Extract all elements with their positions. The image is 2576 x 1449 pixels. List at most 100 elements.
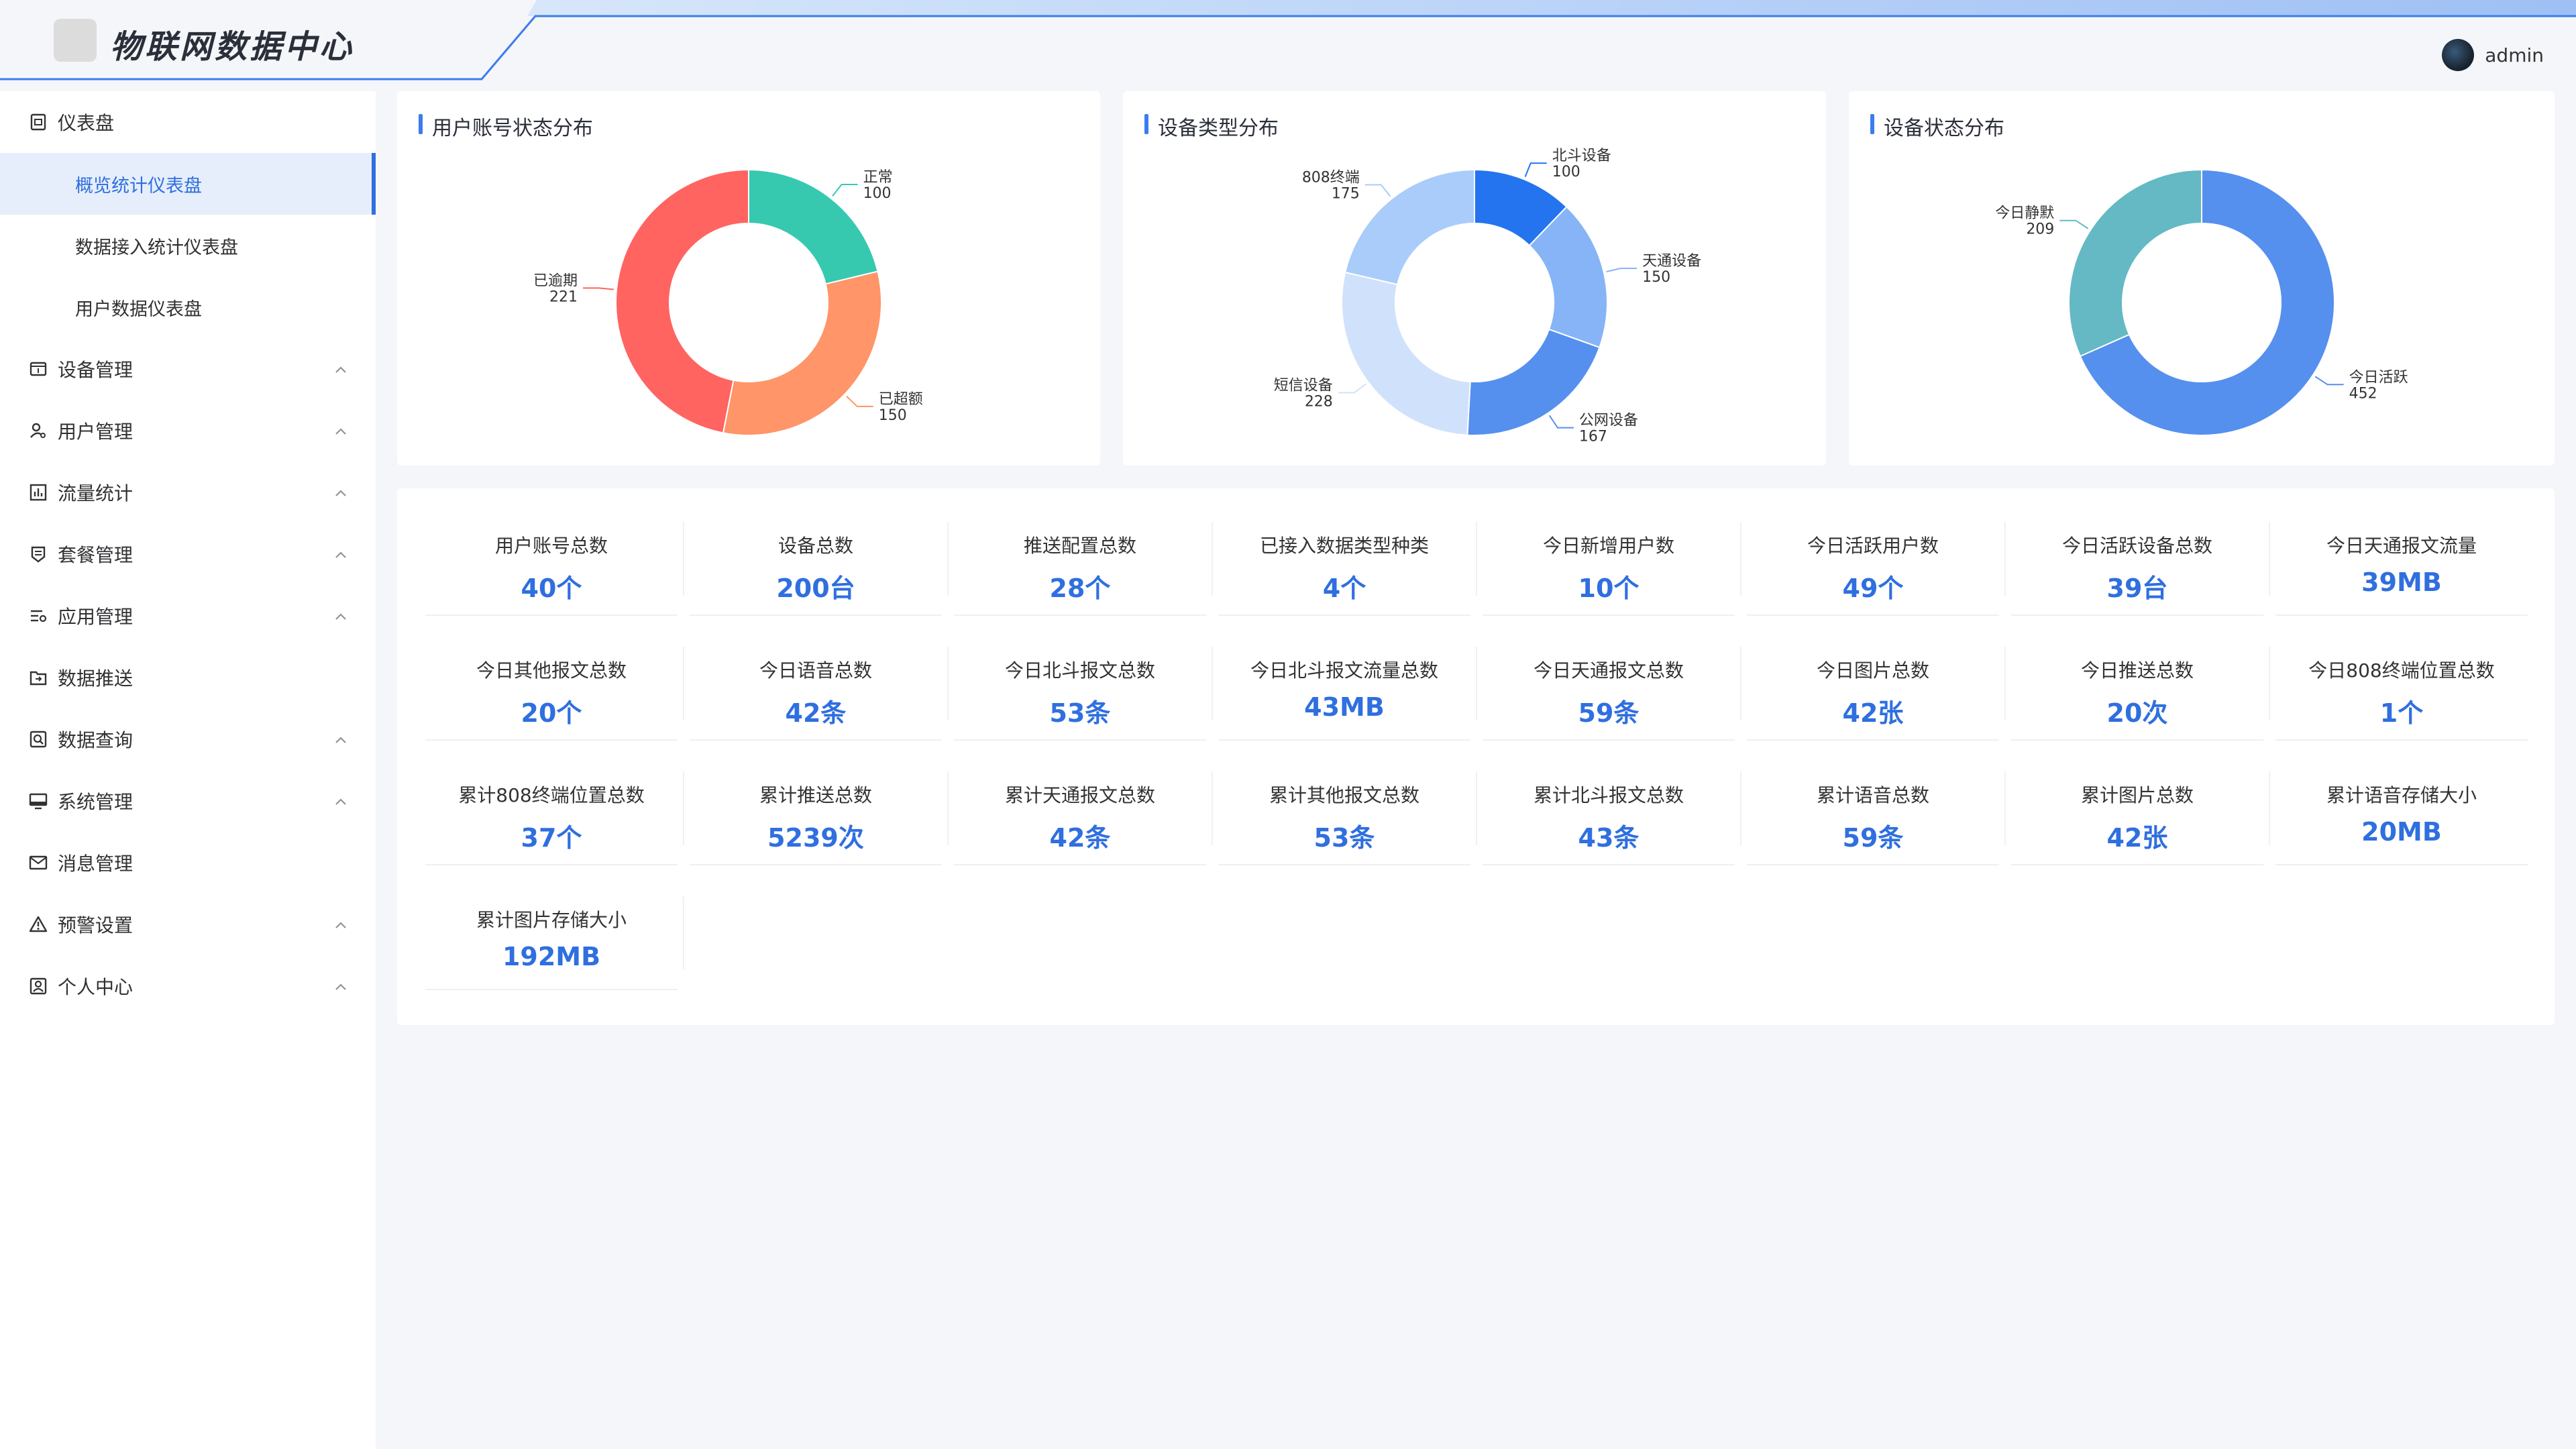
label-leader-line bbox=[2314, 376, 2344, 386]
stat-value: 20MB bbox=[2361, 817, 2442, 847]
stat-label: 今日推送总数 bbox=[2080, 659, 2194, 682]
sidebar-item[interactable]: 系统管理 bbox=[0, 770, 376, 832]
device-type-card: 设备类型分布 北斗设备 100 天通设备 150 公网设备 167 短信设备 228 808终端… bbox=[1123, 91, 1826, 466]
stat-label: 累计语音存储大小 bbox=[2326, 784, 2477, 806]
stats-panel: 用户账号总数 40个 设备总数 200台 推送配置总数 28个 已接入数据类型种类 4个 今日新… bbox=[397, 488, 2555, 1025]
sidebar-item[interactable]: 预警设置 bbox=[0, 894, 376, 955]
donut-slice[interactable] bbox=[1344, 168, 1475, 286]
stat-item: 累计图片总数 42张 bbox=[2011, 751, 2270, 865]
label-leader-line bbox=[1338, 383, 1367, 394]
chevron-up-icon[interactable] bbox=[333, 546, 349, 562]
sidebar-subitem[interactable]: 概览统计仪表盘 bbox=[0, 153, 376, 215]
stat-label: 今日其他报文总数 bbox=[476, 659, 627, 682]
stat-label: 今日新增用户数 bbox=[1542, 535, 1674, 557]
chevron-up-icon[interactable] bbox=[333, 484, 349, 500]
chevron-up-icon[interactable] bbox=[333, 361, 349, 377]
sidebar-item[interactable]: 套餐管理 bbox=[0, 523, 376, 585]
stat-value: 10个 bbox=[1578, 574, 1640, 603]
stat-label: 已接入数据类型种类 bbox=[1259, 535, 1429, 557]
stat-value: 42条 bbox=[785, 698, 847, 728]
stat-label: 今日语音总数 bbox=[759, 659, 872, 682]
slice-label: 已逾期 bbox=[533, 272, 578, 289]
stat-label: 今日活跃用户数 bbox=[1807, 535, 1939, 557]
stat-label: 设备总数 bbox=[777, 535, 853, 557]
stat-item: 用户账号总数 40个 bbox=[425, 502, 684, 616]
stat-item: 累计图片存储大小 192MB bbox=[425, 876, 684, 990]
stat-value: 53条 bbox=[1049, 698, 1111, 728]
donut-slice[interactable] bbox=[722, 270, 882, 436]
chevron-up-icon[interactable] bbox=[333, 978, 349, 994]
label-leader-line bbox=[832, 184, 858, 197]
sidebar-item[interactable]: 设备管理 bbox=[0, 338, 376, 400]
sidebar-item-label: 仪表盘 bbox=[58, 112, 115, 134]
chevron-up-icon[interactable] bbox=[333, 423, 349, 439]
stat-item: 今日活跃用户数 49个 bbox=[1747, 502, 2006, 616]
slice-value: 175 bbox=[1332, 185, 1360, 202]
profile-icon bbox=[28, 976, 48, 996]
label-leader-line bbox=[1548, 415, 1574, 429]
sidebar-item-label: 套餐管理 bbox=[58, 544, 133, 566]
stat-value: 192MB bbox=[502, 942, 601, 971]
sidebar: 仪表盘概览统计仪表盘 数据接入统计仪表盘 用户数据仪表盘设备管理用户管理流量统计套餐… bbox=[0, 91, 376, 1449]
account-status-card: 用户账号状态分布 正常 100 已超额 150 已逾期 221 bbox=[397, 91, 1100, 466]
stat-item: 今日天通报文总数 59条 bbox=[1483, 627, 1741, 741]
donut-slice[interactable] bbox=[2068, 168, 2202, 358]
sidebar-item[interactable]: 数据查询 bbox=[0, 708, 376, 770]
stat-value: 43条 bbox=[1578, 823, 1640, 853]
stat-value: 28个 bbox=[1049, 574, 1111, 603]
slice-label: 已超额 bbox=[879, 391, 923, 408]
sidebar-item-label: 系统管理 bbox=[58, 791, 133, 813]
chevron-up-icon[interactable] bbox=[333, 731, 349, 747]
slice-label: 正常 bbox=[863, 169, 893, 186]
sidebar-item[interactable]: 用户管理 bbox=[0, 400, 376, 462]
sidebar-item[interactable]: 仪表盘 bbox=[0, 91, 376, 153]
sidebar-item[interactable]: 消息管理 bbox=[0, 832, 376, 894]
slice-label: 短信设备 bbox=[1274, 377, 1333, 394]
stat-item: 今日其他报文总数 20个 bbox=[425, 627, 684, 741]
user-menu[interactable]: admin bbox=[2442, 39, 2544, 71]
stat-label: 今日天通报文总数 bbox=[1533, 659, 1684, 682]
sidebar-item[interactable]: 数据推送 bbox=[0, 647, 376, 708]
sidebar-subitem[interactable]: 数据接入统计仪表盘 bbox=[0, 215, 376, 276]
stat-value: 40个 bbox=[521, 574, 582, 603]
stat-item: 推送配置总数 28个 bbox=[954, 502, 1213, 616]
donut-slice[interactable] bbox=[748, 168, 879, 285]
sidebar-item-label: 数据查询 bbox=[58, 729, 133, 751]
stat-value: 53条 bbox=[1313, 823, 1375, 853]
stat-item: 累计北斗报文总数 43条 bbox=[1483, 751, 1741, 865]
stat-value: 5239次 bbox=[767, 823, 864, 853]
stat-label: 累计天通报文总数 bbox=[1004, 784, 1155, 806]
stat-label: 累计北斗报文总数 bbox=[1533, 784, 1684, 806]
sidebar-item-label: 设备管理 bbox=[58, 359, 133, 381]
avatar[interactable] bbox=[2442, 39, 2475, 71]
sidebar-item[interactable]: 流量统计 bbox=[0, 462, 376, 523]
chevron-up-icon[interactable] bbox=[333, 793, 349, 809]
chevron-up-icon[interactable] bbox=[333, 608, 349, 624]
sidebar-item[interactable]: 应用管理 bbox=[0, 585, 376, 647]
user-icon bbox=[28, 421, 48, 441]
sidebar-item[interactable]: 个人中心 bbox=[0, 955, 376, 1017]
donut-slice[interactable] bbox=[1341, 271, 1471, 436]
slice-label: 今日静默 bbox=[1995, 205, 2054, 222]
package-icon bbox=[28, 544, 48, 564]
slice-value: 150 bbox=[879, 407, 907, 424]
slice-value: 209 bbox=[2026, 221, 2054, 238]
stat-item: 今日图片总数 42张 bbox=[1747, 627, 2006, 741]
stat-value: 200台 bbox=[776, 574, 855, 603]
stat-item: 累计推送总数 5239次 bbox=[690, 751, 949, 865]
stat-item: 累计808终端位置总数 37个 bbox=[425, 751, 684, 865]
stat-label: 累计语音总数 bbox=[1816, 784, 1929, 806]
sidebar-item-label: 用户管理 bbox=[58, 421, 133, 443]
stat-value: 4个 bbox=[1322, 574, 1366, 603]
stat-label: 今日北斗报文流量总数 bbox=[1250, 659, 1438, 682]
stat-label: 今日天通报文流量 bbox=[2326, 535, 2477, 557]
slice-value: 150 bbox=[1642, 269, 1670, 286]
push-icon bbox=[28, 667, 48, 688]
chevron-up-icon[interactable] bbox=[333, 916, 349, 932]
dashboard-icon bbox=[28, 112, 48, 132]
username[interactable]: admin bbox=[2485, 44, 2544, 66]
donut-slice[interactable] bbox=[615, 168, 749, 434]
slice-value: 167 bbox=[1579, 429, 1607, 445]
stat-label: 累计推送总数 bbox=[759, 784, 872, 806]
sidebar-subitem[interactable]: 用户数据仪表盘 bbox=[0, 276, 376, 338]
